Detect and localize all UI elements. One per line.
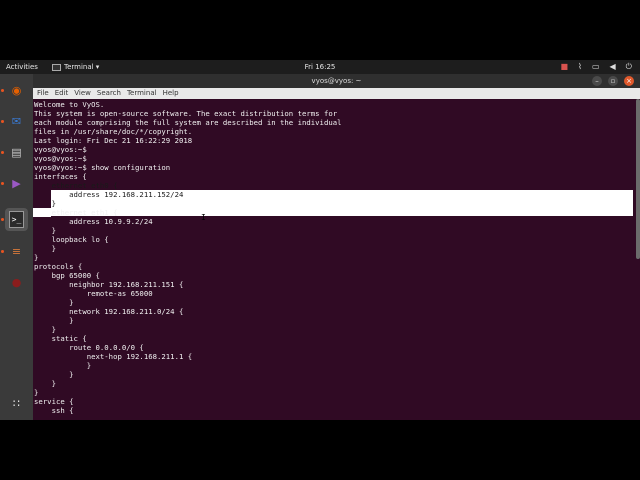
menu-search[interactable]: Search	[97, 88, 121, 99]
terminal-line: }	[34, 361, 92, 370]
window-titlebar[interactable]: vyos@vyos: ~ – ▫ ×	[33, 74, 640, 88]
terminal-line: }	[34, 379, 56, 388]
terminal-line: }	[34, 226, 56, 235]
desktop-screen: Activities Terminal ▾ Fri 16:25 ■ ⌇ ▭ ◀ ⏻ ◉ ✉…	[0, 60, 640, 420]
menu-terminal[interactable]: Terminal	[127, 88, 157, 99]
terminal-line: next-hop 192.168.211.1 {	[34, 352, 193, 361]
window-title: vyos@vyos: ~	[311, 77, 362, 85]
terminal-line: interfaces {	[34, 172, 87, 181]
terminal-line: network 192.168.211.0/24 {	[34, 307, 184, 316]
top-bar: Activities Terminal ▾ Fri 16:25 ■ ⌇ ▭ ◀ ⏻	[0, 60, 640, 74]
clock[interactable]: Fri 16:25	[305, 63, 336, 71]
terminal-line: }	[34, 253, 39, 262]
terminal-mini-icon	[52, 63, 61, 71]
terminal-line: }	[34, 325, 56, 334]
terminal-line: }	[34, 388, 39, 397]
close-icon[interactable]: ×	[624, 76, 634, 86]
dock-show-applications-icon[interactable]: ∷	[5, 392, 28, 415]
terminal-line: vyos@vyos:~$	[34, 145, 87, 154]
running-indicator	[1, 182, 4, 185]
power-icon[interactable]: ⏻	[626, 60, 632, 74]
activities-button[interactable]: Activities	[6, 60, 38, 74]
terminal-line: ethernet eth1 {	[34, 208, 118, 217]
terminal-line: }	[34, 199, 56, 208]
maximize-icon[interactable]: ▫	[608, 76, 618, 86]
terminal-line: neighbor 192.168.211.151 {	[34, 280, 184, 289]
terminal-line: Welcome to VyOS.	[34, 100, 105, 109]
terminal-line: address 192.168.211.152/24	[34, 190, 184, 199]
terminal-line: This system is open-source software. The…	[34, 109, 338, 118]
dock-files-icon[interactable]: ▤	[5, 141, 28, 164]
terminal-line: each module comprising the full system a…	[34, 118, 342, 127]
terminal-line: address 10.9.9.2/24	[34, 217, 153, 226]
display-icon[interactable]: ▭	[592, 60, 600, 74]
menu-edit[interactable]: Edit	[55, 88, 69, 99]
app-menu-label: Terminal ▾	[64, 63, 100, 71]
scrollbar[interactable]	[636, 99, 640, 259]
terminal-line: service {	[34, 397, 74, 406]
terminal-line: bgp 65000 {	[34, 271, 100, 280]
terminal-line: loopback lo {	[34, 235, 109, 244]
dock: ◉ ✉ ▤ ▶ >_ ≡ ● ∷	[0, 74, 33, 420]
terminal-window: vyos@vyos: ~ – ▫ × File Edit View Search Ter…	[33, 74, 640, 420]
dock-thunderbird-icon[interactable]: ✉	[5, 110, 28, 133]
minimize-icon[interactable]: –	[592, 76, 602, 86]
terminal-line: }	[34, 298, 74, 307]
terminal-line: }	[34, 316, 74, 325]
app-menu[interactable]: Terminal ▾	[52, 60, 99, 74]
menu-bar: File Edit View Search Terminal Help	[33, 88, 640, 99]
dock-terminal-icon[interactable]: >_	[5, 208, 28, 231]
terminal-line: vyos@vyos:~$ show configuration	[34, 163, 171, 172]
terminal-line: }	[34, 244, 56, 253]
terminal-line: vyos@vyos:~$	[34, 154, 87, 163]
terminal-line: protocols {	[34, 262, 83, 271]
terminal-output: Welcome to VyOS. This system is open-sour…	[34, 100, 342, 415]
dock-video-icon[interactable]: ▶	[5, 172, 28, 195]
dock-recorder-icon[interactable]: ●	[5, 271, 28, 294]
menu-help[interactable]: Help	[163, 88, 179, 99]
terminal-line: Last login: Fri Dec 21 16:22:29 2018	[34, 136, 193, 145]
terminal-line: remote-as 65000	[34, 289, 153, 298]
terminal-line: ssh {	[34, 406, 74, 415]
menu-view[interactable]: View	[74, 88, 91, 99]
mouse-cursor-icon: I	[201, 213, 206, 222]
volume-icon[interactable]: ◀	[610, 60, 616, 74]
running-indicator	[1, 151, 4, 154]
running-indicator	[1, 218, 4, 221]
running-indicator	[1, 250, 4, 253]
terminal-line: ethernet eth0 {	[34, 181, 118, 190]
network-icon[interactable]: ⌇	[578, 60, 582, 74]
dock-text-editor-icon[interactable]: ≡	[5, 240, 28, 263]
terminal-area[interactable]: Welcome to VyOS. This system is open-sour…	[33, 99, 640, 420]
menu-file[interactable]: File	[37, 88, 49, 99]
terminal-line: route 0.0.0.0/0 {	[34, 343, 144, 352]
terminal-line: files in /usr/share/doc/*/copyright.	[34, 127, 193, 136]
terminal-line: }	[34, 370, 74, 379]
dock-firefox-icon[interactable]: ◉	[5, 79, 28, 102]
running-indicator	[1, 120, 4, 123]
camera-icon[interactable]: ■	[560, 60, 568, 74]
system-tray[interactable]: ■ ⌇ ▭ ◀ ⏻	[560, 60, 632, 74]
running-indicator	[1, 89, 4, 92]
terminal-line: static {	[34, 334, 87, 343]
